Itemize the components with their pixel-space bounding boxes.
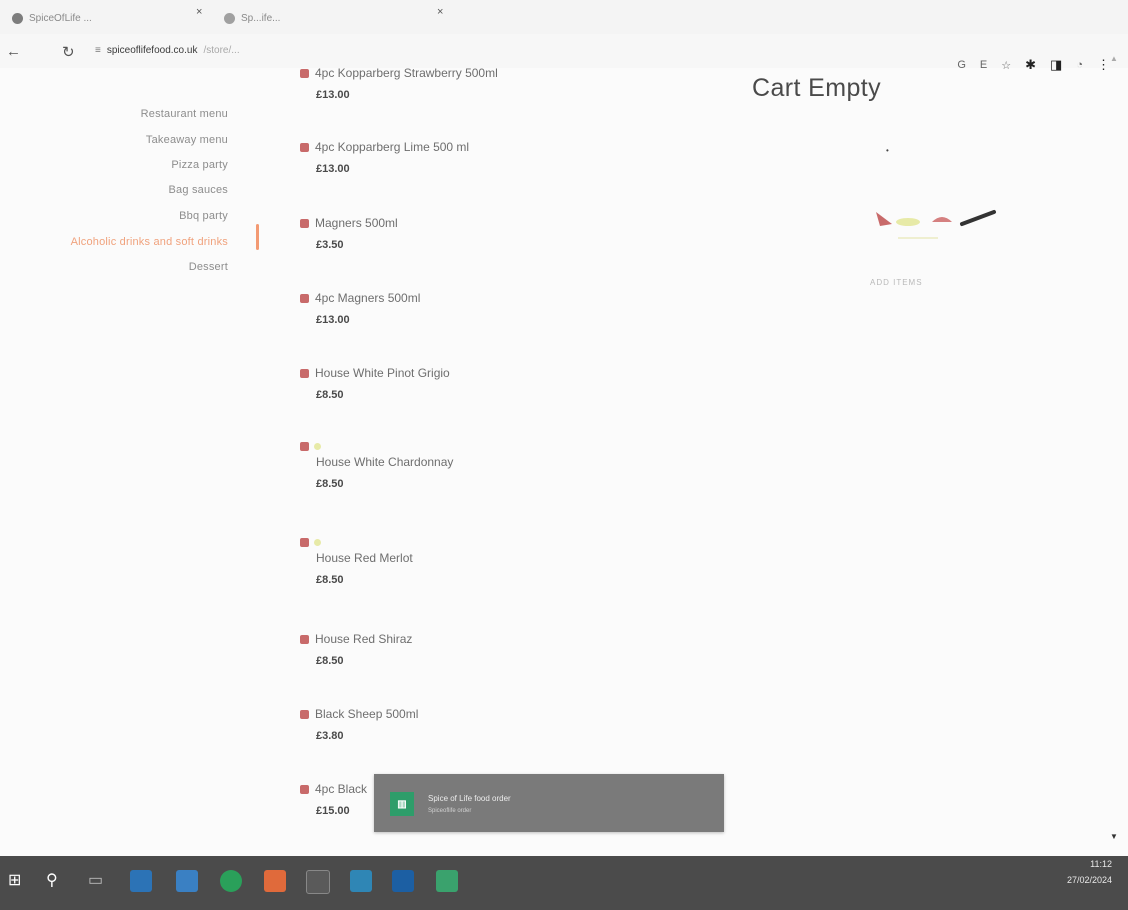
tab-title: Sp...ife... bbox=[241, 12, 281, 24]
product-item[interactable]: House Red Merlot £8.50 bbox=[300, 538, 720, 586]
product-price: £3.50 bbox=[316, 239, 344, 251]
profile-icon[interactable]: ◔ bbox=[1076, 59, 1083, 71]
system-clock[interactable]: 11:12 27/02/2024 bbox=[1067, 856, 1112, 888]
veg-marker-icon bbox=[300, 784, 309, 794]
tab-bar: SpiceOfLife ... × Sp...ife... × bbox=[0, 0, 1128, 34]
veg-marker-icon bbox=[300, 218, 309, 228]
site-favicon-icon bbox=[12, 12, 23, 24]
side-panel-icon[interactable]: ◨ bbox=[1050, 57, 1062, 73]
address-bar[interactable]: ≡ spiceoflifefood.co.uk /store/... bbox=[95, 45, 240, 56]
product-item[interactable]: 4pc Kopparberg Strawberry 500ml £13.00 bbox=[300, 66, 720, 101]
veg-marker-icon bbox=[300, 142, 309, 152]
product-name: Magners 500ml bbox=[315, 216, 398, 230]
category-alcoholic-drinks[interactable]: Alcoholic drinks and soft drinks bbox=[71, 236, 228, 248]
leaf-icon bbox=[314, 539, 321, 546]
clock-date: 27/02/2024 bbox=[1066, 875, 1112, 885]
search-icon[interactable]: ⚲ bbox=[46, 870, 58, 890]
product-name: 4pc Magners 500ml bbox=[315, 291, 421, 305]
clock-time: 11:12 bbox=[1090, 859, 1112, 869]
reload-icon[interactable]: ↻ bbox=[62, 43, 75, 61]
file-explorer-icon[interactable] bbox=[176, 870, 198, 892]
site-favicon-icon bbox=[224, 12, 235, 24]
product-item[interactable]: House White Pinot Grigio £8.50 bbox=[300, 366, 720, 401]
category-restaurant-menu[interactable]: Restaurant menu bbox=[141, 108, 228, 120]
menu-kebab-icon[interactable]: ⋮ bbox=[1097, 57, 1110, 73]
active-category-indicator bbox=[256, 224, 259, 250]
category-pizza-party[interactable]: Pizza party bbox=[171, 159, 228, 171]
tab-1[interactable]: SpiceOfLife ... bbox=[12, 8, 92, 28]
windows-start-icon[interactable]: ⊞ bbox=[8, 870, 21, 890]
empty-cart-illustration-icon bbox=[876, 210, 996, 239]
browser-toolbar: ← ↻ ≡ spiceoflifefood.co.uk /store/... G… bbox=[0, 34, 1128, 72]
product-item[interactable]: 4pc Magners 500ml £13.00 bbox=[300, 291, 720, 326]
product-price: £8.50 bbox=[316, 478, 344, 490]
veg-marker-icon bbox=[300, 442, 309, 451]
tab-title: SpiceOfLife ... bbox=[29, 12, 92, 24]
product-name: House Red Shiraz bbox=[315, 632, 413, 646]
tab-close-icon[interactable]: × bbox=[196, 6, 202, 18]
site-info-icon[interactable]: ≡ bbox=[95, 45, 101, 56]
product-name: 4pc Black bbox=[315, 782, 368, 796]
veg-marker-icon bbox=[300, 68, 309, 78]
category-takeaway-menu[interactable]: Takeaway menu bbox=[146, 134, 228, 146]
outlook-icon[interactable] bbox=[350, 870, 372, 892]
tab-2[interactable]: Sp...ife... bbox=[224, 8, 280, 28]
google-icon[interactable]: G bbox=[957, 59, 966, 71]
app-notification-icon: ▥ bbox=[390, 792, 414, 816]
product-price: £8.50 bbox=[316, 389, 344, 401]
leaf-icon bbox=[314, 443, 321, 450]
product-name: 4pc Kopparberg Lime 500 ml bbox=[315, 140, 470, 154]
windows-taskbar: ⊞ ⚲ ▭ 11:12 27/02/2024 bbox=[0, 856, 1128, 910]
scroll-up-arrow-icon[interactable]: ▲ bbox=[1110, 54, 1118, 63]
notification-toast[interactable]: ▥ Spice of Life food order Spiceoflife o… bbox=[374, 774, 724, 832]
task-view-icon[interactable]: ▭ bbox=[88, 870, 103, 890]
product-item[interactable]: 4pc Kopparberg Lime 500 ml £13.00 bbox=[300, 140, 720, 175]
app-orange-icon[interactable] bbox=[264, 870, 286, 892]
product-price: £8.50 bbox=[316, 574, 344, 586]
product-name: House Red Merlot bbox=[316, 551, 413, 565]
chrome-icon[interactable] bbox=[220, 870, 242, 892]
edge-browser-icon[interactable] bbox=[130, 870, 152, 892]
veg-marker-icon bbox=[300, 538, 309, 547]
extensions-puzzle-icon[interactable]: ✱ bbox=[1025, 57, 1036, 73]
product-item[interactable]: Magners 500ml £3.50 bbox=[300, 216, 720, 251]
veg-marker-icon bbox=[300, 634, 309, 644]
product-name: Black Sheep 500ml bbox=[315, 707, 419, 721]
product-item[interactable]: House White Chardonnay £8.50 bbox=[300, 442, 720, 490]
product-name: House White Chardonnay bbox=[316, 455, 454, 469]
app-grey-icon[interactable] bbox=[306, 870, 330, 894]
product-price: £13.00 bbox=[316, 89, 350, 101]
star-icon[interactable]: ☆ bbox=[1001, 59, 1011, 72]
veg-marker-icon bbox=[300, 293, 309, 303]
product-name: 4pc Kopparberg Strawberry 500ml bbox=[315, 66, 498, 80]
scroll-down-arrow-icon[interactable]: ▼ bbox=[1110, 832, 1118, 841]
product-item[interactable]: Black Sheep 500ml £3.80 bbox=[300, 707, 720, 742]
category-bag-sauces[interactable]: Bag sauces bbox=[169, 184, 228, 196]
product-price: £13.00 bbox=[316, 314, 350, 326]
veg-marker-icon bbox=[300, 368, 309, 378]
tab-close-icon[interactable]: × bbox=[437, 6, 443, 18]
product-price: £8.50 bbox=[316, 655, 344, 667]
cart-title: Cart Empty bbox=[752, 74, 882, 102]
cart-dot: • bbox=[886, 146, 889, 155]
translate-icon[interactable]: E bbox=[980, 59, 987, 71]
toast-subtitle: Spiceoflife order bbox=[428, 808, 472, 814]
category-bbq-party[interactable]: Bbq party bbox=[179, 210, 228, 222]
product-item[interactable]: House Red Shiraz £8.50 bbox=[300, 632, 720, 667]
veg-marker-icon bbox=[300, 709, 309, 719]
product-name: House White Pinot Grigio bbox=[315, 366, 450, 380]
url-domain: spiceoflifefood.co.uk bbox=[106, 45, 198, 56]
app-green-icon[interactable] bbox=[436, 870, 458, 892]
cart-subtext: ADD ITEMS bbox=[870, 278, 923, 287]
product-price: £13.00 bbox=[316, 163, 350, 175]
app-blue-icon[interactable] bbox=[392, 870, 414, 892]
category-dessert[interactable]: Dessert bbox=[189, 261, 228, 273]
url-path: /store/... bbox=[203, 45, 240, 56]
extensions-bar: G E ☆ ✱ ◨ ◔ ⋮ bbox=[957, 57, 1110, 73]
back-arrow-icon[interactable]: ← bbox=[6, 43, 21, 60]
toast-title: Spice of Life food order bbox=[428, 794, 511, 803]
product-price: £3.80 bbox=[316, 730, 344, 742]
